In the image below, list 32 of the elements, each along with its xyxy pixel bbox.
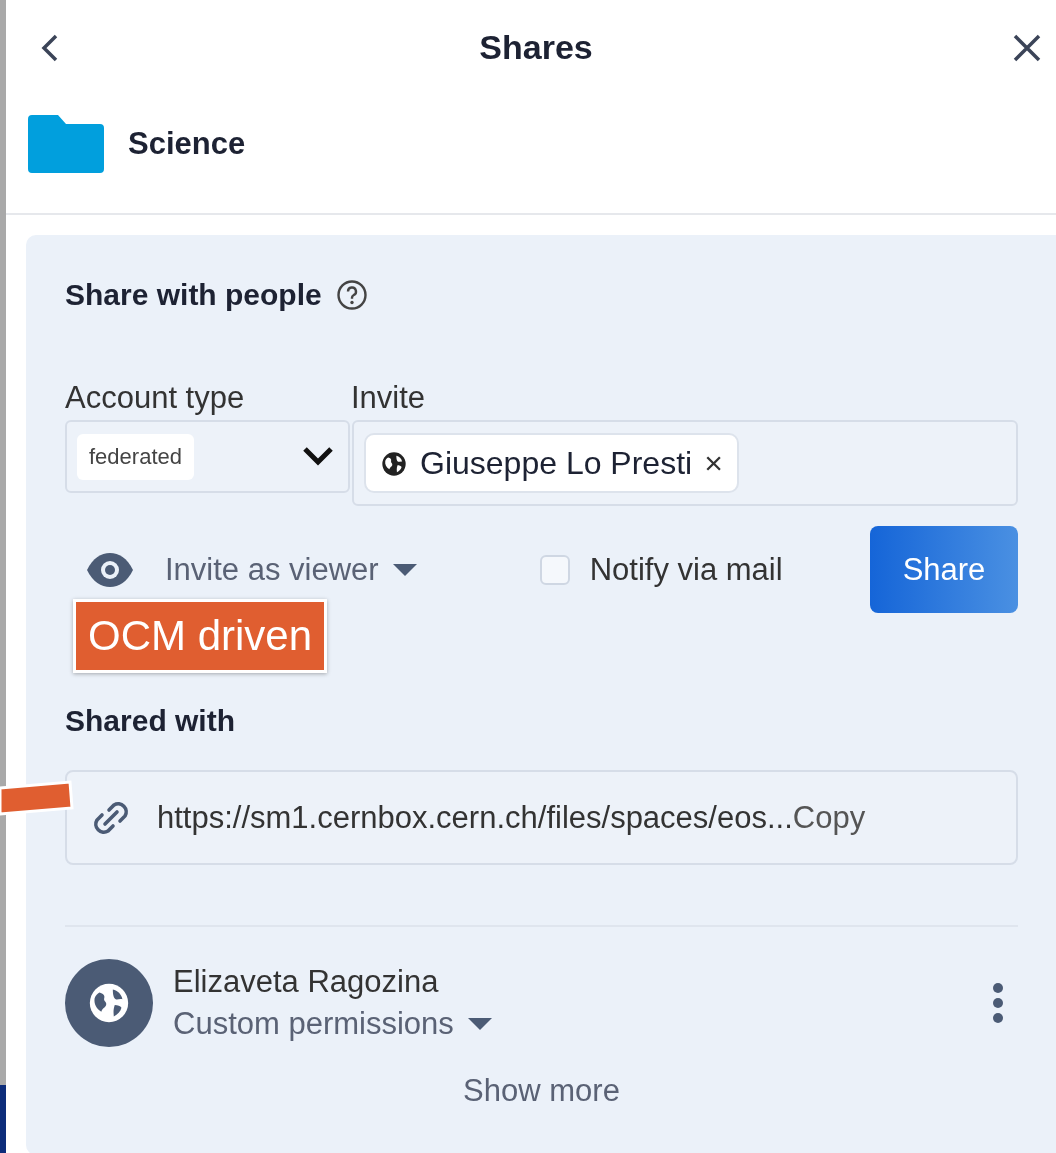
invite-field[interactable]: Giuseppe Lo Presti × <box>352 420 1018 506</box>
more-options-icon[interactable] <box>992 982 1004 1024</box>
caret-icon <box>392 563 417 576</box>
close-button[interactable] <box>1012 32 1042 63</box>
section-title: Shared with <box>65 704 237 738</box>
field-label: Invite <box>351 380 426 416</box>
chevron-left-icon <box>40 32 60 63</box>
back-button[interactable] <box>40 32 60 63</box>
caret-icon <box>467 1018 492 1030</box>
recipient-chip[interactable]: Giuseppe Lo Presti × <box>364 433 739 493</box>
folder-name: Science <box>128 126 246 162</box>
copy-link-button[interactable]: Copy <box>792 799 866 836</box>
share-button[interactable]: Share <box>870 526 1018 613</box>
remove-button[interactable]: × <box>704 444 723 482</box>
globe-icon <box>380 449 408 477</box>
annotation-label: OCM driven <box>73 599 328 674</box>
close-icon <box>1012 32 1042 63</box>
section-title: Share with people <box>65 278 322 312</box>
checkbox-label: Notify via mail <box>589 551 783 588</box>
folder-icon <box>28 115 104 173</box>
permission-dropdown[interactable]: Custom permissions <box>173 1006 492 1042</box>
account-type-dropdown[interactable]: federated <box>65 420 350 493</box>
collaborator-name: Elizaveta Ragozina <box>173 964 440 1000</box>
share-link-url: https://sm1.cernbox.cern.ch/files/spaces/eos... <box>157 799 793 836</box>
field-label: Account type <box>65 380 246 416</box>
chevron-down-icon <box>302 445 334 468</box>
panel-title: Shares <box>479 28 593 67</box>
role-dropdown[interactable]: Invite as viewer <box>165 551 417 588</box>
show-more-button[interactable]: Show more <box>463 1073 620 1109</box>
eye-icon <box>85 551 135 588</box>
notify-checkbox[interactable] <box>539 554 570 585</box>
help-icon[interactable] <box>335 279 368 311</box>
